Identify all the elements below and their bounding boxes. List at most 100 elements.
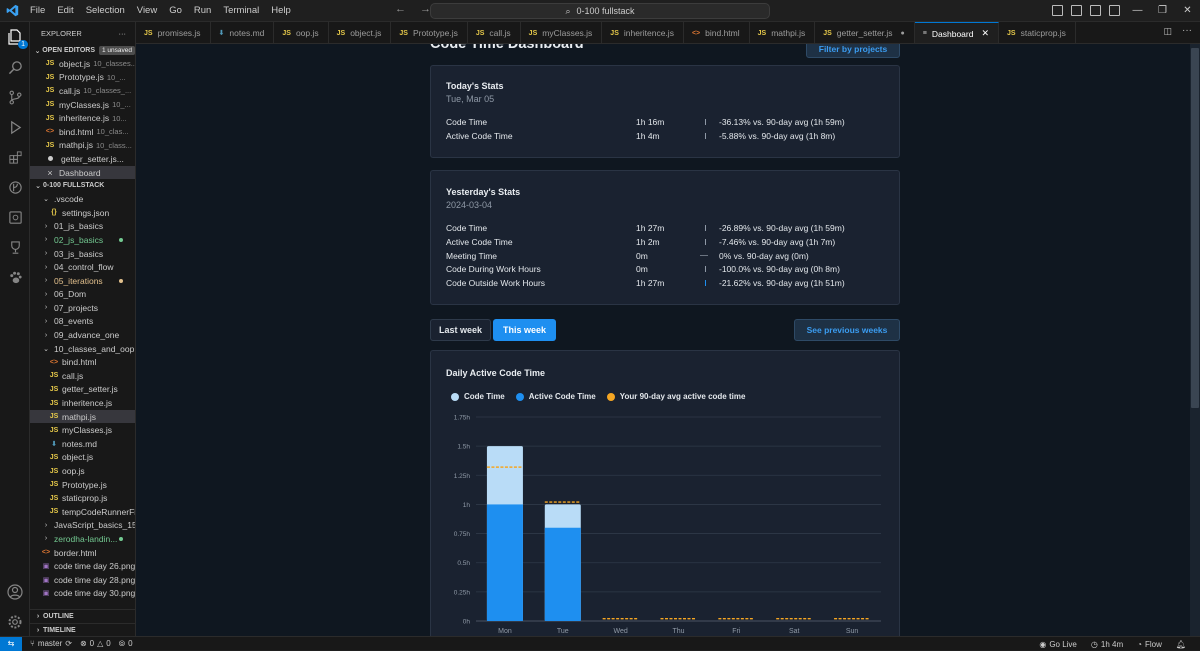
tab-oop-js[interactable]: JS oop.js xyxy=(274,22,329,43)
open-editor-item[interactable]: JS Prototype.js 10_... xyxy=(30,71,135,85)
timeline-section[interactable]: › TIMELINE xyxy=(30,623,135,636)
tree-item[interactable]: ⌄ 10_classes_and_oop xyxy=(30,342,135,356)
tab-inheritence-js[interactable]: JS inheritence.js xyxy=(602,22,684,43)
close-tab-icon[interactable]: ✕ xyxy=(981,28,989,39)
tree-item[interactable]: JS inheritence.js xyxy=(30,396,135,410)
tree-item[interactable]: › 02_js_basics xyxy=(30,233,135,247)
menu-item-run[interactable]: Run xyxy=(188,5,217,16)
project-section[interactable]: ⌄ 0-100 FULLSTACK xyxy=(30,179,135,192)
legend-item[interactable]: Active Code Time xyxy=(515,392,596,401)
tree-item[interactable]: ▣ code time day 30.png xyxy=(30,587,135,601)
legend-item[interactable]: Your 90-day avg active code time xyxy=(606,392,745,401)
split-editor-icon[interactable]: ◫ xyxy=(1163,26,1172,37)
toggle-sidebar-icon[interactable] xyxy=(1052,5,1063,16)
toggle-secondary-sidebar-icon[interactable] xyxy=(1090,5,1101,16)
unsaved-dot-icon[interactable]: ● xyxy=(901,30,905,37)
customize-layout-icon[interactable] xyxy=(1109,5,1120,16)
see-previous-weeks-button[interactable]: See previous weeks xyxy=(794,319,900,341)
tree-item[interactable]: › 05_iterations xyxy=(30,274,135,288)
problems-indicator[interactable]: ⊗ 0 △ 0 xyxy=(80,639,111,648)
remote-indicator-icon[interactable]: ⇆ xyxy=(0,636,22,651)
open-editor-item[interactable]: <> bind.html 10_clas... xyxy=(30,125,135,139)
code-time-indicator[interactable]: ◷ 1h 4m xyxy=(1091,640,1123,649)
tab-dashboard[interactable]: ≡ Dashboard ✕ xyxy=(914,22,1000,43)
outline-section[interactable]: › OUTLINE xyxy=(30,609,135,622)
tree-item[interactable]: ⌄ .vscode xyxy=(30,192,135,206)
explorer-icon[interactable]: 1 xyxy=(5,27,28,49)
filter-by-projects-button[interactable]: Filter by projects xyxy=(806,44,900,58)
tree-item[interactable]: JS Prototype.js xyxy=(30,478,135,492)
tree-item[interactable]: › JavaScript_basics_150... xyxy=(30,519,135,533)
tree-item[interactable]: › 03_js_basics xyxy=(30,247,135,261)
tree-item[interactable]: ▣ code time day 26.png xyxy=(30,559,135,573)
last-week-button[interactable]: Last week xyxy=(430,319,491,341)
tree-item[interactable]: JS object.js xyxy=(30,451,135,465)
menu-item-go[interactable]: Go xyxy=(163,5,188,16)
tree-item[interactable]: › 06_Dom xyxy=(30,288,135,302)
tree-item[interactable]: {} settings.json xyxy=(30,206,135,220)
open-editor-item[interactable]: JS myClasses.js 10_... xyxy=(30,98,135,112)
tree-item[interactable]: JS oop.js xyxy=(30,464,135,478)
go-live-button[interactable]: ◉ Go Live xyxy=(1039,640,1077,649)
source-control-icon[interactable] xyxy=(5,87,25,107)
tree-item[interactable]: › 04_control_flow xyxy=(30,260,135,274)
command-center-search[interactable]: ⌕ 0-100 fullstack xyxy=(430,3,770,19)
tree-item[interactable]: JS getter_setter.js xyxy=(30,383,135,397)
open-editor-item[interactable]: getter_setter.js... xyxy=(30,152,135,166)
tab-bind-html[interactable]: <> bind.html xyxy=(684,22,750,43)
branch-indicator[interactable]: ⑂ master ⟳ xyxy=(30,639,72,648)
git-graph-icon[interactable] xyxy=(5,177,25,197)
menu-item-selection[interactable]: Selection xyxy=(80,5,131,16)
run-debug-icon[interactable] xyxy=(5,117,25,137)
open-editors-section[interactable]: ⌄ OPEN EDITORS 1 unsaved xyxy=(30,44,135,57)
back-arrow-icon[interactable]: ← xyxy=(395,3,406,15)
this-week-button[interactable]: This week xyxy=(493,319,556,341)
menu-item-help[interactable]: Help xyxy=(265,5,297,16)
more-tab-actions-icon[interactable]: ··· xyxy=(1182,25,1192,36)
open-editor-item[interactable]: JS mathpi.js 10_class... xyxy=(30,139,135,153)
tab-getter-setter-js[interactable]: JS getter_setter.js ● xyxy=(815,22,915,43)
menu-item-file[interactable]: File xyxy=(24,5,51,16)
tree-item[interactable]: › 01_js_basics xyxy=(30,220,135,234)
tree-item[interactable]: › 09_advance_one xyxy=(30,328,135,342)
tree-item[interactable]: ⬇ notes.md xyxy=(30,437,135,451)
tab-myclasses-js[interactable]: JS myClasses.js xyxy=(521,22,603,43)
menu-item-edit[interactable]: Edit xyxy=(51,5,79,16)
open-editor-item[interactable]: JS inheritence.js 10... xyxy=(30,111,135,125)
close-icon[interactable]: × xyxy=(44,168,56,178)
paw-icon[interactable] xyxy=(5,267,25,287)
tree-item[interactable]: JS mathpi.js xyxy=(30,409,135,424)
minimize-icon[interactable]: — xyxy=(1125,0,1150,22)
close-window-icon[interactable]: ✕ xyxy=(1175,0,1200,22)
tree-item[interactable]: JS myClasses.js xyxy=(30,423,135,437)
legend-item[interactable]: Code Time xyxy=(451,392,505,401)
tab-promises-js[interactable]: JS promises.js xyxy=(136,22,211,43)
extensions-icon[interactable] xyxy=(5,147,25,167)
tab-prototype-js[interactable]: JS Prototype.js xyxy=(391,22,468,43)
tree-item[interactable]: JS call.js xyxy=(30,369,135,383)
ports-indicator[interactable]: ⦾ 0 xyxy=(119,639,133,649)
trophy-icon[interactable] xyxy=(5,237,25,257)
menu-item-terminal[interactable]: Terminal xyxy=(217,5,265,16)
tab-object-js[interactable]: JS object.js xyxy=(329,22,392,43)
tree-item[interactable]: <> border.html xyxy=(30,546,135,560)
tree-item[interactable]: › 08_events xyxy=(30,315,135,329)
editor-scrollbar-thumb[interactable] xyxy=(1191,48,1199,408)
tree-item[interactable]: › zerodha-landin... xyxy=(30,532,135,546)
restore-icon[interactable]: ❐ xyxy=(1150,0,1175,22)
tree-item[interactable]: › 07_projects xyxy=(30,301,135,315)
tree-item[interactable]: JStempCodeRunnerFil... xyxy=(30,505,135,519)
tree-item[interactable]: <> bind.html xyxy=(30,355,135,369)
tree-item[interactable]: JS staticprop.js xyxy=(30,491,135,505)
tab-call-js[interactable]: JS call.js xyxy=(468,22,521,43)
search-view-icon[interactable] xyxy=(5,57,25,77)
menu-item-view[interactable]: View xyxy=(131,5,163,16)
flow-indicator[interactable]: ◔ Flow xyxy=(1137,640,1162,649)
toggle-panel-icon[interactable] xyxy=(1071,5,1082,16)
tree-item[interactable]: ▣ code time day 28.png xyxy=(30,573,135,587)
more-actions-icon[interactable]: ··· xyxy=(119,29,127,38)
tab-staticprop-js[interactable]: JS staticprop.js xyxy=(999,22,1076,43)
account-icon[interactable] xyxy=(5,582,25,602)
settings-gear-icon[interactable] xyxy=(5,612,25,632)
remote-explorer-icon[interactable] xyxy=(5,207,25,227)
